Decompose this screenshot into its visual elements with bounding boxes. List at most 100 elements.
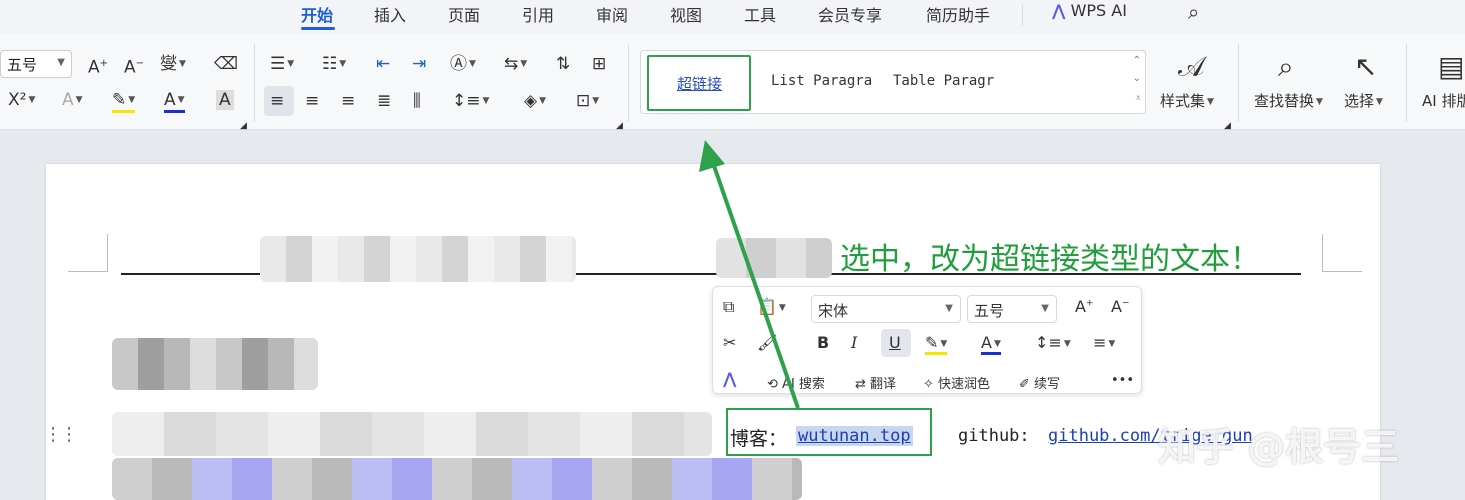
tab-resume[interactable]: 简历助手	[926, 2, 990, 26]
float-font-size-select[interactable]: 五号 ▼	[967, 295, 1057, 323]
shading-icon[interactable]: ◈ ▼	[524, 91, 546, 111]
ribbon-divider	[628, 44, 629, 122]
select-label: 选择	[1344, 92, 1375, 110]
superscript-icon[interactable]: X² ▼	[8, 90, 35, 110]
wps-ai-button[interactable]: ⋀ WPS AI	[1052, 1, 1127, 20]
style-gallery: 超链接 List Paragra Table Paragr ⌃ ⌄ ⩡	[640, 50, 1146, 114]
translate-label: 翻译	[870, 377, 897, 392]
drag-handle-icon[interactable]: ⋮⋮	[44, 424, 78, 445]
ribbon-divider	[254, 44, 255, 122]
font-color-icon[interactable]: A ▼	[164, 90, 185, 113]
polish-button[interactable]: ✧ 快速润色	[923, 373, 990, 392]
italic-icon[interactable]: I	[851, 333, 857, 352]
distribute-icon[interactable]: ⫼	[413, 91, 421, 111]
tab-tools[interactable]: 工具	[744, 2, 776, 26]
watermark: 知乎 @根号三	[1158, 425, 1400, 469]
page-corner-mark	[1322, 234, 1362, 272]
highlight-icon[interactable]: ✎ ▼	[112, 90, 136, 113]
increase-font-icon[interactable]: A+	[1075, 297, 1094, 316]
align-icon[interactable]: ≡ ▼	[1093, 333, 1115, 352]
ribbon-divider	[1238, 44, 1239, 122]
menu-divider	[1022, 4, 1023, 26]
pen-icon: ✐	[1019, 377, 1030, 392]
ribbon-toolbar: 五号 ▼ A+ A− 燮 ▼ ⌫ X² ▼ A ▼ ✎ ▼ A ▼ A ◢ ☰ ▼ ☷ ▼ ⇤…	[0, 34, 1465, 131]
chevron-down-icon: ▼	[1041, 303, 1049, 314]
wps-ai-icon: ⋀	[1052, 1, 1066, 20]
format-painter-icon[interactable]: 🖌	[757, 333, 777, 352]
highlight-icon[interactable]: ✎ ▼	[925, 333, 948, 355]
blurred-header-text	[716, 238, 832, 278]
style-hyperlink[interactable]: 超链接	[647, 55, 751, 111]
bullet-list-icon[interactable]: ☰ ▼	[270, 54, 294, 74]
underline-icon[interactable]: U	[889, 333, 901, 352]
text-direction-icon[interactable]: Ⓐ ▼	[450, 54, 476, 74]
increase-font-icon[interactable]: A+	[88, 54, 108, 78]
wps-ai-icon[interactable]: ⋀	[723, 369, 736, 388]
ai-search-button[interactable]: ⟲ AI 搜索	[767, 373, 825, 392]
tab-view[interactable]: 视图	[670, 2, 702, 26]
increase-indent-icon[interactable]: ⇥	[412, 54, 426, 74]
sort-icon[interactable]: ⇅	[556, 54, 570, 74]
char-shading-icon[interactable]: A	[216, 90, 234, 110]
clear-format-icon[interactable]: ⌫	[214, 54, 238, 74]
show-marks-icon[interactable]: ⊞	[592, 54, 606, 74]
tab-home[interactable]: 开始	[301, 2, 333, 26]
more-options-icon[interactable]: •••	[1111, 373, 1134, 388]
tab-page[interactable]: 页面	[448, 2, 480, 26]
tab-member[interactable]: 会员专享	[818, 2, 882, 26]
align-right-icon[interactable]: ≡	[341, 91, 355, 111]
font-size-select[interactable]: 五号 ▼	[0, 50, 72, 78]
find-replace-button[interactable]: 查找替换 ▼	[1254, 90, 1323, 111]
chevron-down-icon: ▼	[57, 57, 65, 68]
tab-references[interactable]: 引用	[522, 2, 554, 26]
magic-wand-icon: ✧	[923, 377, 934, 392]
style-set-button[interactable]: 样式集 ▼	[1160, 90, 1214, 111]
style-list-paragraph[interactable]: List Paragra	[771, 73, 872, 89]
align-center-icon[interactable]: ≡	[305, 91, 319, 111]
annotation-text: 选中，改为超链接类型的文本！	[840, 242, 1260, 277]
phonetic-guide-icon[interactable]: 燮 ▼	[160, 54, 186, 74]
blurred-body-text	[112, 412, 712, 456]
find-icon[interactable]: ⌕	[1278, 50, 1294, 84]
decrease-font-icon[interactable]: A−	[124, 54, 144, 78]
ai-layout-icon[interactable]: ▤	[1438, 50, 1464, 83]
continue-writing-button[interactable]: ✐ 续写	[1019, 373, 1060, 392]
line-spacing-icon[interactable]: ↕≡ ▼	[452, 91, 489, 111]
cut-icon[interactable]: ✂	[723, 333, 736, 352]
cursor-arrow-icon[interactable]: ↖	[1354, 50, 1377, 83]
justify-icon[interactable]: ≣	[377, 91, 391, 111]
text-effect-icon[interactable]: A ▼	[62, 90, 83, 110]
copy-icon[interactable]: ⧉	[723, 297, 734, 317]
translate-icon: ⇄	[855, 377, 866, 392]
gallery-scroll-down-icon[interactable]: ⌄	[1133, 73, 1141, 84]
ai-layout-label: AI 排版	[1422, 92, 1465, 110]
page-corner-mark	[68, 234, 108, 272]
numbered-list-icon[interactable]: ☷ ▼	[322, 54, 346, 74]
style-set-label: 样式集	[1160, 92, 1206, 110]
tab-insert[interactable]: 插入	[374, 2, 406, 26]
align-left-icon[interactable]: ≡	[270, 91, 284, 111]
decrease-indent-icon[interactable]: ⇤	[376, 54, 390, 74]
style-set-icon[interactable]: 𝒜	[1178, 50, 1205, 84]
bold-icon[interactable]: B	[817, 333, 829, 352]
find-replace-label: 查找替换	[1254, 92, 1315, 110]
style-table-paragraph[interactable]: Table Paragr	[893, 73, 994, 89]
borders-icon[interactable]: ⊡ ▼	[576, 91, 599, 111]
ai-layout-button[interactable]: AI 排版	[1422, 90, 1465, 111]
paste-icon[interactable]: 📋 ▼	[757, 297, 786, 316]
sort-direction-icon[interactable]: ⇆ ▼	[504, 54, 527, 74]
tab-review[interactable]: 审阅	[596, 2, 628, 26]
select-button[interactable]: 选择 ▼	[1344, 90, 1383, 111]
font-color-icon[interactable]: A ▼	[981, 333, 1001, 355]
translate-button[interactable]: ⇄ 翻译	[855, 373, 896, 392]
ribbon-divider	[1406, 44, 1407, 122]
line-spacing-icon[interactable]: ↕≡ ▼	[1035, 333, 1071, 352]
search-icon[interactable]: ⌕	[1188, 0, 1199, 24]
gallery-expand-icon[interactable]: ⩡	[1135, 93, 1141, 104]
blog-link[interactable]: wutunan.top	[796, 426, 913, 446]
font-family-select[interactable]: 宋体 ▼	[811, 295, 961, 323]
blurred-contact-text	[112, 458, 802, 500]
gallery-scroll-up-icon[interactable]: ⌃	[1133, 55, 1141, 66]
decrease-font-icon[interactable]: A−	[1111, 297, 1130, 316]
blog-label: 博客：	[730, 428, 788, 450]
